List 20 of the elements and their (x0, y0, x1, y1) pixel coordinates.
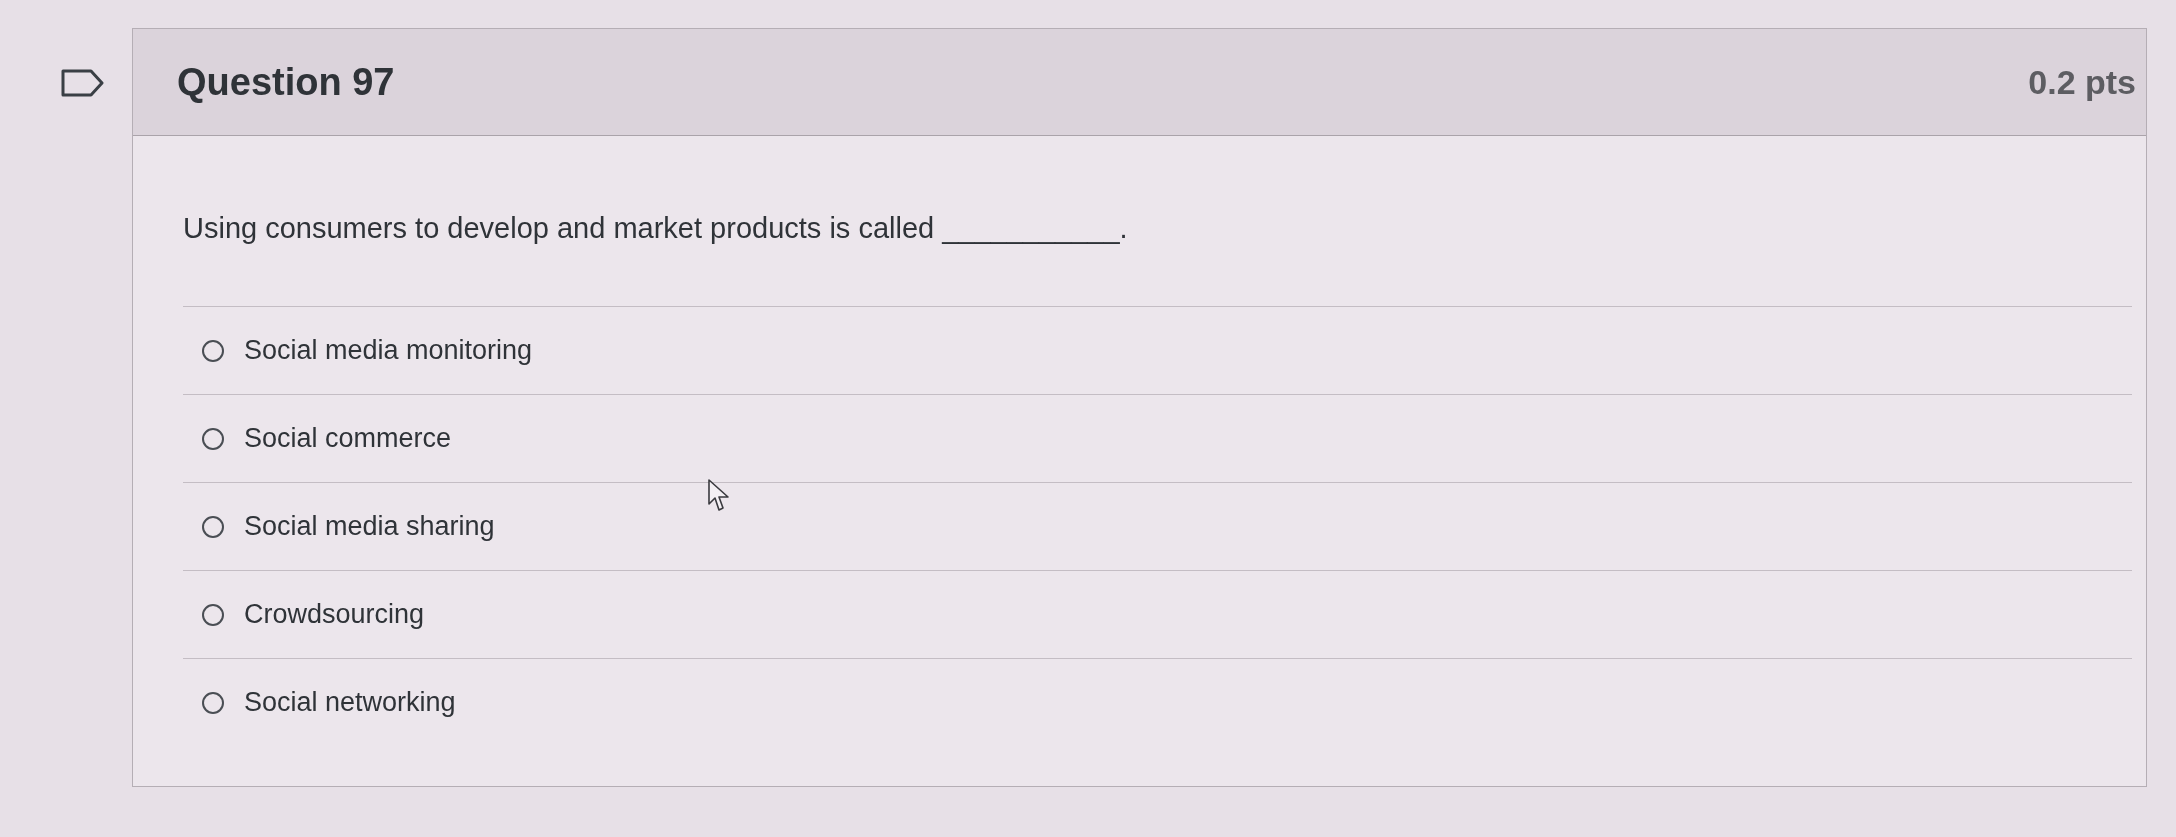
question-title: Question 97 (177, 59, 395, 105)
answer-label: Social media sharing (244, 510, 495, 544)
answer-option[interactable]: Social media sharing (183, 506, 495, 547)
answer-label: Social networking (244, 686, 456, 720)
answer-label: Social commerce (244, 422, 452, 456)
question-text: Using consumers to develop and market products is called ___________. (183, 211, 1128, 246)
cursor-icon (708, 479, 730, 512)
answer-option[interactable]: Crowdsourcing (183, 594, 425, 635)
radio-button[interactable] (202, 603, 224, 626)
answer-option[interactable]: Social commerce (183, 418, 452, 459)
radio-button[interactable] (202, 427, 224, 450)
question-points: 0.2 pts (2028, 61, 2136, 103)
radio-button[interactable] (202, 339, 224, 362)
radio-button[interactable] (202, 691, 224, 714)
flag-icon[interactable] (61, 69, 104, 97)
answer-option[interactable]: Social networking (183, 682, 456, 723)
answer-label: Crowdsourcing (244, 598, 425, 632)
answer-label: Social media monitoring (244, 334, 533, 368)
answer-option[interactable]: Social media monitoring (183, 330, 533, 371)
radio-button[interactable] (202, 515, 224, 538)
